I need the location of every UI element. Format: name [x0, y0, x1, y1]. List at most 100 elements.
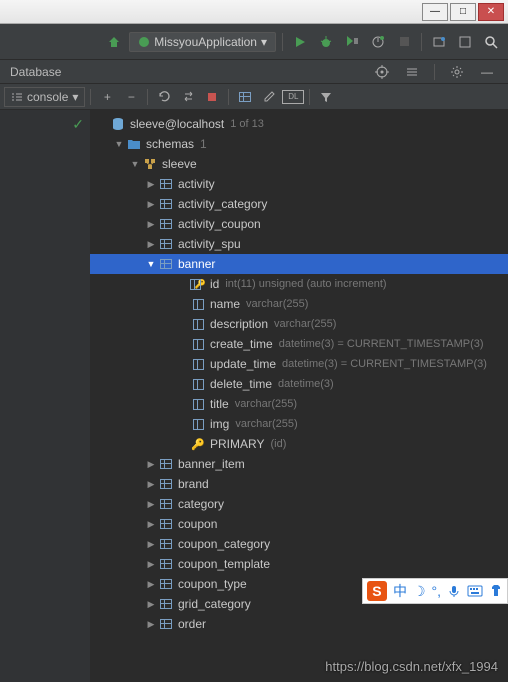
edit-button[interactable] — [258, 86, 280, 108]
run-config-label: MissyouApplication — [154, 35, 257, 49]
table-coupon_template[interactable]: ▶coupon_template — [90, 554, 508, 574]
column-icon — [193, 359, 204, 370]
ime-moon-icon[interactable]: ☽ — [413, 583, 426, 600]
table-activity_category[interactable]: ▶activity_category — [90, 194, 508, 214]
column-icon — [193, 319, 204, 330]
table-banner_item[interactable]: ▶banner_item — [90, 454, 508, 474]
table-category[interactable]: ▶category — [90, 494, 508, 514]
build-icon[interactable] — [103, 31, 125, 53]
vcs-icon[interactable] — [428, 31, 450, 53]
column-delete_time[interactable]: delete_timedatetime(3) — [90, 374, 508, 394]
hide-icon[interactable]: — — [476, 61, 498, 83]
table-view-button[interactable] — [234, 86, 256, 108]
run-configuration-dropdown[interactable]: MissyouApplication ▾ — [129, 32, 276, 52]
ime-keyboard-icon[interactable] — [467, 585, 483, 597]
table-icon — [160, 519, 172, 529]
arrow-icon: ▼ — [112, 139, 126, 149]
console-tab-label: console — [27, 90, 68, 104]
column-id[interactable]: 🔑idint(11) unsigned (auto increment) — [90, 274, 508, 294]
remove-button[interactable]: − — [120, 86, 142, 108]
run-button[interactable] — [289, 31, 311, 53]
table-activity[interactable]: ▶activity — [90, 174, 508, 194]
sogou-icon[interactable]: S — [367, 581, 387, 601]
column-icon — [193, 419, 204, 430]
column-update_time[interactable]: update_timedatetime(3) = CURRENT_TIMESTA… — [90, 354, 508, 374]
column-description[interactable]: descriptionvarchar(255) — [90, 314, 508, 334]
table-coupon[interactable]: ▶coupon — [90, 514, 508, 534]
chevron-down-icon: ▾ — [261, 35, 267, 49]
table-brand[interactable]: ▶brand — [90, 474, 508, 494]
database-panel-header: Database — — [0, 60, 508, 84]
ime-skin-icon[interactable] — [489, 584, 503, 598]
connection-node[interactable]: sleeve@localhost1 of 13 — [90, 114, 508, 134]
table-activity_spu[interactable]: ▶activity_spu — [90, 234, 508, 254]
column-img[interactable]: imgvarchar(255) — [90, 414, 508, 434]
table-icon — [160, 579, 172, 589]
arrow-icon: ▶ — [144, 239, 158, 250]
profile-button[interactable] — [367, 31, 389, 53]
table-activity_coupon[interactable]: ▶activity_coupon — [90, 214, 508, 234]
maximize-button[interactable]: □ — [450, 3, 476, 21]
add-button[interactable]: + — [96, 86, 118, 108]
column-create_time[interactable]: create_timedatetime(3) = CURRENT_TIMESTA… — [90, 334, 508, 354]
refresh-button[interactable] — [153, 86, 175, 108]
close-button[interactable]: ✕ — [478, 3, 504, 21]
table-icon — [160, 479, 172, 489]
stop-query-button[interactable] — [201, 86, 223, 108]
table-order[interactable]: ▶order — [90, 614, 508, 634]
table-icon — [160, 559, 172, 569]
ddl-button[interactable]: DL — [282, 90, 304, 104]
key-icon: 🔑 — [191, 438, 205, 451]
ime-lang-icon[interactable]: 中 — [393, 581, 407, 601]
column-icon — [193, 399, 204, 410]
table-icon — [160, 239, 172, 249]
table-banner[interactable]: ▼banner — [90, 254, 508, 274]
ime-toolbar: S 中 ☽ °, — [362, 578, 508, 604]
gear-icon[interactable] — [446, 61, 468, 83]
ime-mic-icon[interactable] — [447, 584, 461, 598]
table-icon — [160, 499, 172, 509]
panel-title-label: Database — [10, 65, 61, 79]
arrow-icon: ▶ — [144, 459, 158, 470]
arrow-icon: ▶ — [144, 179, 158, 190]
search-icon[interactable] — [480, 31, 502, 53]
table-icon — [160, 179, 172, 189]
column-icon — [193, 299, 204, 310]
console-tab[interactable]: console ▾ — [4, 87, 85, 107]
toolbox-icon[interactable] — [454, 31, 476, 53]
column-name[interactable]: namevarchar(255) — [90, 294, 508, 314]
arrow-icon: ▶ — [144, 579, 158, 590]
chevron-down-icon: ▾ — [72, 90, 78, 104]
list-icon — [11, 91, 23, 103]
arrow-icon: ▶ — [144, 559, 158, 570]
table-coupon_category[interactable]: ▶coupon_category — [90, 534, 508, 554]
table-icon — [160, 539, 172, 549]
arrow-icon: ▶ — [144, 479, 158, 490]
window-titlebar: — □ ✕ — [0, 0, 508, 24]
debug-button[interactable] — [315, 31, 337, 53]
target-icon[interactable] — [371, 61, 393, 83]
stop-button[interactable] — [393, 31, 415, 53]
column-title[interactable]: titlevarchar(255) — [90, 394, 508, 414]
scroll-icon[interactable] — [401, 61, 423, 83]
database-icon — [111, 117, 125, 131]
coverage-button[interactable] — [341, 31, 363, 53]
arrow-icon: ▶ — [144, 199, 158, 210]
sync-button[interactable] — [177, 86, 199, 108]
filter-button[interactable] — [315, 86, 337, 108]
arrow-icon: ▶ — [144, 499, 158, 510]
database-toolbar: console ▾ + − DL — [0, 84, 508, 110]
schema-icon — [143, 157, 157, 171]
table-icon — [160, 199, 172, 209]
arrow-icon: ▶ — [144, 619, 158, 630]
schema-sleeve[interactable]: ▼sleeve — [90, 154, 508, 174]
schemas-node[interactable]: ▼schemas1 — [90, 134, 508, 154]
ime-punct-icon[interactable]: °, — [432, 583, 442, 599]
pk-column-icon — [190, 279, 201, 290]
column-icon — [193, 379, 204, 390]
index-primary[interactable]: 🔑PRIMARY(id) — [90, 434, 508, 454]
column-icon — [193, 339, 204, 350]
folder-icon — [127, 138, 141, 150]
minimize-button[interactable]: — — [422, 3, 448, 21]
table-icon — [160, 219, 172, 229]
